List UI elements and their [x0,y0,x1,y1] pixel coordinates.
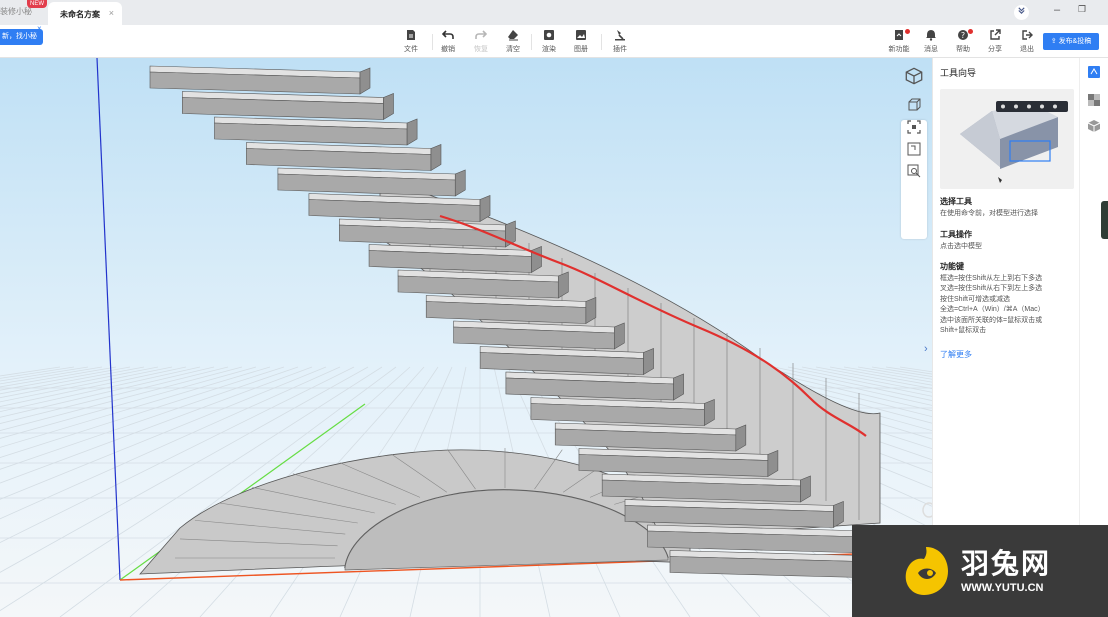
material-icon[interactable] [1087,93,1101,107]
notification-dot [905,29,910,34]
section-operation-text: 点击选中模型 [940,243,982,250]
svg-text:?: ? [961,31,965,40]
hotkey-line: 框选=按住Shift从左上到右下多选 [940,275,1043,282]
clear-label: 清空 [506,46,520,53]
new-badge: NEW [27,0,47,8]
watermark: 羽兔网 WWW.YUTU.CN [852,525,1108,617]
exit-label: 退出 [1020,46,1034,53]
step-end [383,93,394,121]
view-tools [901,67,927,239]
file-label: 文件 [404,46,418,53]
grid-line [0,366,103,385]
album-icon [576,30,586,40]
cube-view-icon[interactable] [905,67,923,85]
undo-label: 撤销 [441,46,455,53]
guide-icon[interactable] [1087,65,1101,79]
notification-dot [968,29,973,34]
z-axis [96,58,121,581]
album-button[interactable]: 图册 [566,29,596,57]
section-operation-title: 工具操作 [940,230,972,239]
plugin-button[interactable]: 插件 [605,29,635,57]
section-select-tool-title: 选择工具 [940,197,972,206]
redo-label: 恢复 [474,46,488,53]
grid-line [0,366,89,382]
redo-icon [475,30,487,39]
new-feature-label: 新功能 [888,46,910,53]
help-label: 帮助 [956,46,970,53]
exit-button[interactable]: 退出 [1012,29,1042,57]
plugin-label: 插件 [613,46,627,53]
redo-button[interactable]: 恢复 [466,29,496,57]
yutu-logo-icon [905,547,948,595]
new-feature-icon [895,30,903,40]
file-button[interactable]: 文件 [396,29,426,57]
learn-more-link[interactable]: 了解更多 [940,349,972,360]
grid-line [0,366,229,424]
upload-icon: ⇪ [1050,38,1059,45]
model-library-icon[interactable] [1087,119,1101,133]
step-end [430,144,442,172]
restore-button[interactable]: ❐ [1074,4,1090,20]
toolbar-divider [601,34,602,50]
publish-label: 发布&投稿 [1058,38,1092,45]
download-icon[interactable] [1014,5,1029,20]
messages-button[interactable]: 消息 [916,29,946,57]
side-handle[interactable] [1101,201,1108,239]
hotkey-line: Shift+鼠标双击 [940,327,987,334]
3d-viewport[interactable] [0,58,932,617]
watermark-url: WWW.YUTU.CN [961,582,1044,594]
share-label: 分享 [988,46,1002,53]
render-button[interactable]: 渲染 [534,29,564,57]
eraser-icon [508,30,518,41]
step-end [359,67,371,95]
share-button[interactable]: 分享 [980,29,1010,57]
messages-label: 消息 [924,46,938,53]
render-icon [544,30,554,40]
render-label: 渲染 [542,46,556,53]
assistant-tag-close-icon[interactable]: × [37,24,42,33]
frame-view-icon[interactable] [907,142,921,156]
collapse-panel-icon[interactable]: › [924,343,928,355]
clear-button[interactable]: 清空 [498,29,528,57]
step-end [454,169,466,197]
watermark-brand: 羽兔网 [961,548,1052,579]
zoom-window-icon[interactable] [907,164,921,178]
fit-view-icon[interactable] [907,120,921,134]
plugin-icon [615,30,625,41]
help-button[interactable]: ? 帮助 [948,29,978,57]
section-select-tool-text: 在使用命令前，对模型进行选择 [940,210,1038,217]
file-icon [407,30,415,40]
tab-bar: 装修小秘 NEW 未命名方案 × – ❐ [0,0,1108,25]
grid-line [0,366,187,407]
tab-active-label: 未命名方案 [60,10,100,19]
hotkey-line: 选中该面所关联的体=鼠标双击或 [940,316,1043,324]
right-icon-strip [1079,58,1108,525]
minimize-button[interactable]: – [1049,4,1065,20]
tool-guide-panel: 工具向导 选择工具 在使用命令前，对模型进行选择 工具操作 点击选中模型 功能键… [932,58,1079,525]
guide-preview-image [940,89,1074,189]
hotkey-line: 按住Shift可增选或减选 [940,295,1011,303]
bell-icon [926,30,936,41]
step-end [406,118,418,146]
hotkey-line: 全选=Ctrl+A（Win）/⌘A（Mac） [940,306,1045,314]
undo-icon [442,30,454,39]
toolbar: 文件 撤销 恢复 清空 渲染 图册 插件 新功能 消息 ? 帮助 分享 退出 ⇪… [0,25,1108,58]
assistant-tag-label: 新，找小秘 [2,33,37,40]
undo-button[interactable]: 撤销 [433,29,463,57]
hotkey-line: 叉选=按住Shift从右下到左上多选 [940,285,1043,293]
panel-title: 工具向导 [940,68,977,78]
new-feature-button[interactable]: 新功能 [884,29,914,57]
tab-previous-label: 装修小秘 [0,7,32,16]
exit-icon [1022,30,1033,40]
tab-close-icon[interactable]: × [109,8,114,18]
toolbar-divider [531,34,532,50]
publish-button[interactable]: ⇪ 发布&投稿 [1043,33,1099,50]
box-view-icon[interactable] [907,98,921,112]
share-icon [990,29,1001,40]
album-label: 图册 [574,46,588,53]
tab-active[interactable]: 未命名方案 × [48,2,122,25]
staircase-model[interactable] [0,58,932,617]
section-hotkeys-title: 功能键 [940,262,964,271]
